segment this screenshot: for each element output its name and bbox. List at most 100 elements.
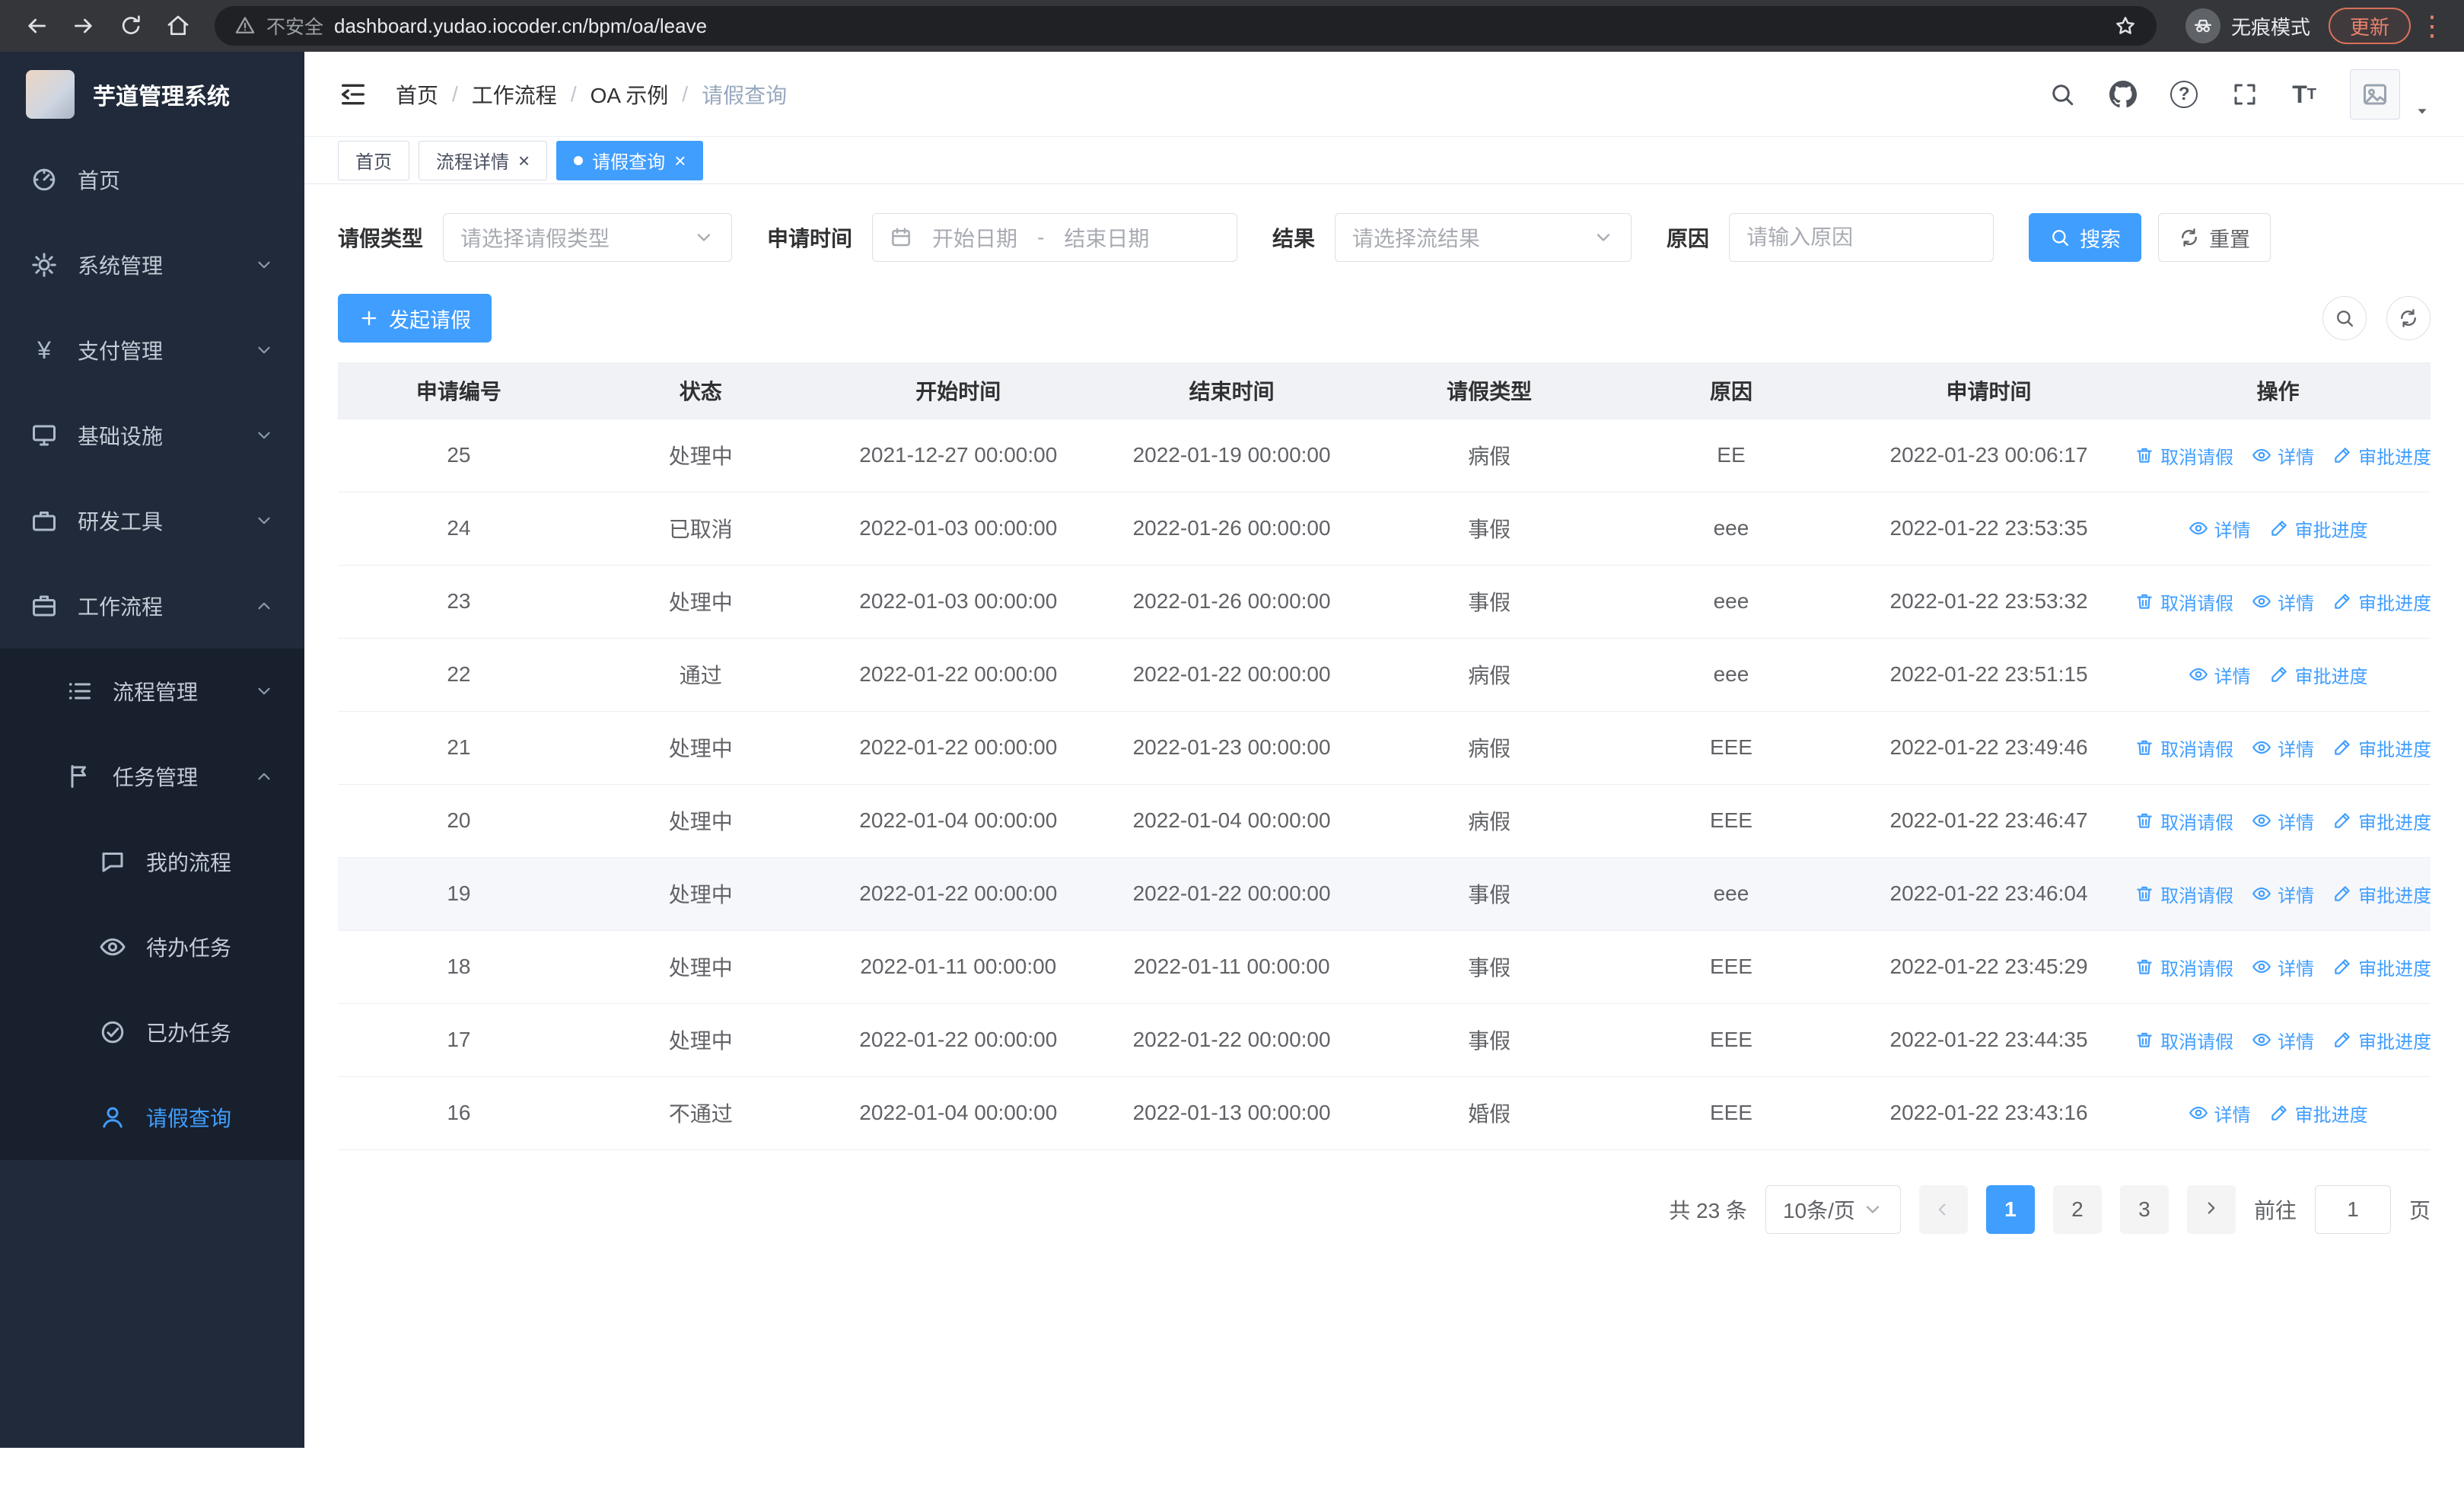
refresh-icon xyxy=(2179,227,2200,248)
cancel-leave-link[interactable]: 取消请假 xyxy=(2135,808,2233,834)
detail-link[interactable]: 详情 xyxy=(2189,661,2251,688)
page-button-1[interactable]: 1 xyxy=(1985,1184,2035,1234)
page-size-select[interactable]: 10条/页 xyxy=(1765,1184,1901,1234)
reason-input[interactable] xyxy=(1729,213,1994,262)
breadcrumb-item[interactable]: 工作流程 xyxy=(472,79,557,110)
cancel-leave-link[interactable]: 取消请假 xyxy=(2135,442,2233,469)
approval-progress-link[interactable]: 审批进度 xyxy=(2332,954,2431,980)
reset-button[interactable]: 重置 xyxy=(2158,213,2271,262)
tab-home[interactable]: 首页 xyxy=(338,140,409,180)
sidebar-item-home[interactable]: 首页 xyxy=(0,137,304,222)
detail-link[interactable]: 详情 xyxy=(2252,881,2314,907)
pagination: 共 23 条 10条/页 1 2 3 前往 页 xyxy=(338,1184,2431,1234)
cell-reason: EEE xyxy=(1610,1003,1852,1077)
table-row: 23 处理中 2022-01-03 00:00:00 2022-01-26 00… xyxy=(338,565,2431,639)
sidebar-item-system[interactable]: 系统管理 xyxy=(0,222,304,308)
browser-back-button[interactable] xyxy=(15,5,58,47)
refresh-table-button[interactable] xyxy=(2386,296,2431,340)
detail-link[interactable]: 详情 xyxy=(2189,1100,2251,1127)
create-leave-button[interactable]: 发起请假 xyxy=(338,294,492,343)
sidebar-item-done-tasks[interactable]: 已办任务 xyxy=(0,990,304,1075)
approval-progress-link[interactable]: 审批进度 xyxy=(2332,881,2431,907)
github-icon[interactable] xyxy=(2109,81,2137,108)
table-header: 申请编号 状态 开始时间 结束时间 请假类型 原因 申请时间 操作 xyxy=(338,362,2431,419)
cell-reason: eee xyxy=(1610,565,1852,639)
browser-home-button[interactable] xyxy=(157,5,199,47)
detail-link[interactable]: 详情 xyxy=(2252,588,2314,615)
result-select[interactable]: 请选择流结果 xyxy=(1335,213,1632,262)
cancel-leave-link[interactable]: 取消请假 xyxy=(2135,954,2233,980)
sidebar-item-infrastructure[interactable]: 基础设施 xyxy=(0,393,304,478)
cancel-leave-link[interactable]: 取消请假 xyxy=(2135,588,2233,615)
sidebar-item-todo-tasks[interactable]: 待办任务 xyxy=(0,904,304,990)
bookmark-star-icon[interactable] xyxy=(2114,14,2137,37)
tab-leave-query[interactable]: 请假查询 × xyxy=(556,140,704,180)
cell-reason: eee xyxy=(1610,638,1852,712)
app-logo[interactable]: 芋道管理系统 xyxy=(0,52,304,137)
next-page-button[interactable] xyxy=(2186,1184,2236,1234)
tab-close-icon[interactable]: × xyxy=(518,151,530,171)
avatar[interactable] xyxy=(2350,69,2400,120)
edit-icon xyxy=(2332,957,2352,977)
address-bar[interactable]: 不安全 dashboard.yudao.iocoder.cn/bpm/oa/le… xyxy=(215,6,2157,46)
detail-link[interactable]: 详情 xyxy=(2252,735,2314,761)
detail-link[interactable]: 详情 xyxy=(2252,1027,2314,1054)
browser-menu-icon[interactable]: ⋮ xyxy=(2415,12,2449,40)
sidebar-item-leave-query[interactable]: 请假查询 xyxy=(0,1075,304,1160)
breadcrumb-item[interactable]: OA 示例 xyxy=(591,79,669,110)
approval-progress-link[interactable]: 审批进度 xyxy=(2269,1100,2368,1127)
approval-progress-link[interactable]: 审批进度 xyxy=(2332,442,2431,469)
page-button-2[interactable]: 2 xyxy=(2052,1184,2102,1234)
detail-link[interactable]: 详情 xyxy=(2252,808,2314,834)
chevron-up-icon xyxy=(254,767,274,786)
browser-forward-button[interactable] xyxy=(62,5,105,47)
avatar-caret-icon[interactable] xyxy=(2414,103,2431,120)
goto-page-input[interactable] xyxy=(2314,1184,2391,1234)
approval-progress-link[interactable]: 审批进度 xyxy=(2269,661,2368,688)
sidebar-item-devtools[interactable]: 研发工具 xyxy=(0,478,304,563)
cell-end-time: 2022-01-19 00:00:00 xyxy=(1094,419,1369,492)
cell-leave-type: 病假 xyxy=(1368,638,1611,712)
fullscreen-icon[interactable] xyxy=(2231,81,2259,108)
font-size-icon[interactable]: TT xyxy=(2292,82,2316,107)
browser-reload-button[interactable] xyxy=(110,5,152,47)
browser-update-button[interactable]: 更新 xyxy=(2328,8,2411,44)
approval-progress-link[interactable]: 审批进度 xyxy=(2332,808,2431,834)
prev-page-button[interactable] xyxy=(1918,1184,1968,1234)
cell-apply-time: 2022-01-22 23:53:35 xyxy=(1851,492,2126,566)
sidebar-item-my-processes[interactable]: 我的流程 xyxy=(0,819,304,904)
cell-id: 21 xyxy=(338,711,580,785)
reset-button-label: 重置 xyxy=(2209,228,2251,251)
help-icon[interactable]: ? xyxy=(2170,80,2198,108)
cancel-leave-link[interactable]: 取消请假 xyxy=(2135,881,2233,907)
cell-id: 20 xyxy=(338,784,580,858)
date-range-picker[interactable]: 开始日期 - 结束日期 xyxy=(872,213,1238,262)
approval-progress-link[interactable]: 审批进度 xyxy=(2332,735,2431,761)
breadcrumb-item[interactable]: 首页 xyxy=(396,79,438,110)
detail-link[interactable]: 详情 xyxy=(2252,442,2314,469)
sidebar-item-process-management[interactable]: 流程管理 xyxy=(0,649,304,734)
eye-icon xyxy=(2252,445,2271,465)
tab-process-detail[interactable]: 流程详情 × xyxy=(419,140,548,180)
search-icon[interactable] xyxy=(2049,81,2076,108)
sidebar-item-task-management[interactable]: 任务管理 xyxy=(0,734,304,819)
tab-close-icon[interactable]: × xyxy=(674,151,686,171)
toggle-search-button[interactable] xyxy=(2322,296,2367,340)
detail-link[interactable]: 详情 xyxy=(2252,954,2314,980)
leave-type-select[interactable]: 请选择请假类型 xyxy=(443,213,733,262)
trash-icon xyxy=(2135,957,2154,977)
approval-progress-link[interactable]: 审批进度 xyxy=(2332,1027,2431,1054)
approval-progress-link[interactable]: 审批进度 xyxy=(2332,588,2431,615)
cancel-leave-link[interactable]: 取消请假 xyxy=(2135,1027,2233,1054)
page-button-3[interactable]: 3 xyxy=(2119,1184,2169,1234)
eye-icon xyxy=(2252,1030,2271,1050)
sidebar-item-payment[interactable]: ¥ 支付管理 xyxy=(0,308,304,393)
approval-progress-label: 审批进度 xyxy=(2294,1105,2368,1126)
search-button[interactable]: 搜索 xyxy=(2029,213,2142,262)
sidebar-item-workflow[interactable]: 工作流程 xyxy=(0,563,304,649)
approval-progress-link[interactable]: 审批进度 xyxy=(2269,515,2368,542)
cell-apply-time: 2022-01-22 23:46:47 xyxy=(1851,784,2126,858)
sidebar-collapse-icon[interactable] xyxy=(338,79,368,110)
cancel-leave-link[interactable]: 取消请假 xyxy=(2135,735,2233,761)
detail-link[interactable]: 详情 xyxy=(2189,515,2251,542)
